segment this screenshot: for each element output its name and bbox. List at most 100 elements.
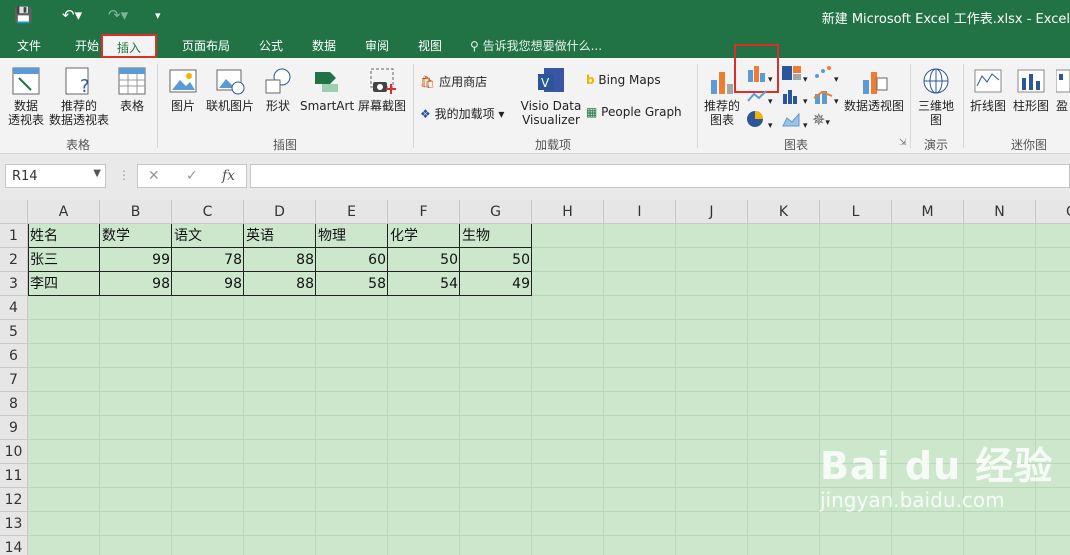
- tab-review[interactable]: 审阅: [365, 37, 389, 54]
- gridline: [28, 535, 1070, 536]
- visio-visualizer-button[interactable]: V Visio Data Visualizer: [520, 66, 582, 127]
- header-cell[interactable]: 生物: [460, 224, 532, 248]
- column-header[interactable]: G: [460, 200, 532, 224]
- row-header[interactable]: 5: [0, 320, 28, 344]
- table-cell[interactable]: 50: [460, 248, 532, 272]
- tab-insert[interactable]: 插入: [101, 34, 158, 58]
- row-header[interactable]: 3: [0, 272, 28, 296]
- line-chart-button[interactable]: ▾: [746, 88, 773, 107]
- smartart-button[interactable]: SmartArt: [300, 66, 354, 113]
- scatter-chart-button[interactable]: ▾: [812, 64, 839, 85]
- column-header[interactable]: H: [532, 200, 604, 224]
- row-header[interactable]: 14: [0, 536, 28, 555]
- row-header[interactable]: 1: [0, 224, 28, 248]
- table-cell[interactable]: 张三: [28, 248, 100, 272]
- column-header[interactable]: J: [676, 200, 748, 224]
- redo-icon[interactable]: ↷▾: [108, 6, 128, 24]
- 3d-map-button[interactable]: 三维地 图: [915, 66, 957, 127]
- row-header[interactable]: 11: [0, 464, 28, 488]
- table-cell[interactable]: 78: [172, 248, 244, 272]
- row-header[interactable]: 4: [0, 296, 28, 320]
- sparkline-column-button[interactable]: 柱形图: [1011, 66, 1051, 113]
- header-cell[interactable]: 姓名: [28, 224, 100, 248]
- radar-chart-button[interactable]: ✵▾: [812, 110, 830, 129]
- tab-view[interactable]: 视图: [418, 37, 442, 54]
- row-header[interactable]: 10: [0, 440, 28, 464]
- header-cell[interactable]: 语文: [172, 224, 244, 248]
- shapes-button[interactable]: 形状: [262, 66, 294, 113]
- online-pictures-button[interactable]: 联机图片: [204, 66, 256, 113]
- column-header[interactable]: B: [100, 200, 172, 224]
- row-header[interactable]: 13: [0, 512, 28, 536]
- column-header[interactable]: O: [1036, 200, 1070, 224]
- pie-chart-button[interactable]: ▾: [746, 110, 773, 131]
- row-header[interactable]: 2: [0, 248, 28, 272]
- column-header[interactable]: I: [604, 200, 676, 224]
- stat-chart-button[interactable]: ▾: [781, 88, 808, 107]
- sparkline-line-button[interactable]: 折线图: [968, 66, 1008, 113]
- tell-me-box[interactable]: ⚲ 告诉我您想要做什么...: [470, 37, 602, 54]
- enter-icon[interactable]: ✓: [186, 168, 198, 184]
- screenshot-button[interactable]: 屏幕截图: [357, 66, 407, 113]
- tab-file[interactable]: 文件: [17, 37, 41, 54]
- column-header[interactable]: C: [172, 200, 244, 224]
- tab-home[interactable]: 开始: [75, 37, 99, 54]
- column-header[interactable]: F: [388, 200, 460, 224]
- row-header[interactable]: 12: [0, 488, 28, 512]
- tab-page-layout[interactable]: 页面布局: [182, 37, 230, 54]
- table-cell[interactable]: 98: [172, 272, 244, 296]
- header-cell[interactable]: 物理: [316, 224, 388, 248]
- column-header[interactable]: N: [964, 200, 1036, 224]
- table-cell[interactable]: 54: [388, 272, 460, 296]
- cancel-icon[interactable]: ✕: [148, 168, 160, 184]
- select-all-corner[interactable]: [0, 200, 28, 224]
- pivot-table-button[interactable]: 数据 透视表: [6, 66, 46, 127]
- header-cell[interactable]: 化学: [388, 224, 460, 248]
- group-separator: [910, 64, 911, 148]
- row-header[interactable]: 7: [0, 368, 28, 392]
- table-cell[interactable]: 李四: [28, 272, 100, 296]
- my-addins-button[interactable]: ❖ 我的加载项 ▾: [420, 105, 504, 122]
- sparkline-winloss-button[interactable]: 盈: [1056, 66, 1070, 113]
- table-cell[interactable]: 50: [388, 248, 460, 272]
- insert-function-icon[interactable]: fx: [222, 168, 235, 184]
- row-header[interactable]: 8: [0, 392, 28, 416]
- undo-icon[interactable]: ↶▾: [62, 6, 82, 24]
- table-cell[interactable]: 88: [244, 248, 316, 272]
- customize-qat-icon[interactable]: ▾: [155, 9, 161, 22]
- table-cell[interactable]: 49: [460, 272, 532, 296]
- people-graph-icon: ▦: [586, 105, 598, 119]
- chevron-down-icon[interactable]: ▼: [93, 168, 101, 179]
- hierarchy-chart-button[interactable]: ▾: [781, 64, 808, 85]
- save-icon[interactable]: 💾: [14, 6, 33, 24]
- pivot-chart-button[interactable]: 数据透视图: [843, 66, 905, 113]
- charts-dialog-launcher-icon[interactable]: ⇲: [899, 138, 907, 148]
- area-chart-button[interactable]: ▾: [781, 110, 808, 131]
- bing-maps-button[interactable]: b Bing Maps: [586, 73, 661, 87]
- table-cell[interactable]: 58: [316, 272, 388, 296]
- table-cell[interactable]: 98: [100, 272, 172, 296]
- column-header[interactable]: E: [316, 200, 388, 224]
- recommended-pivot-button[interactable]: ? 推荐的 数据透视表: [48, 66, 110, 127]
- table-cell[interactable]: 60: [316, 248, 388, 272]
- column-header[interactable]: K: [748, 200, 820, 224]
- name-box[interactable]: R14 ▼: [5, 164, 106, 188]
- column-header[interactable]: L: [820, 200, 892, 224]
- column-header[interactable]: A: [28, 200, 100, 224]
- table-button[interactable]: 表格: [116, 66, 148, 113]
- table-cell[interactable]: 88: [244, 272, 316, 296]
- header-cell[interactable]: 数学: [100, 224, 172, 248]
- combo-chart-button[interactable]: ▾: [812, 88, 839, 107]
- table-cell[interactable]: 99: [100, 248, 172, 272]
- store-button[interactable]: 🛍 应用商店: [420, 73, 487, 90]
- column-header[interactable]: M: [892, 200, 964, 224]
- people-graph-button[interactable]: ▦ People Graph: [586, 105, 682, 119]
- tab-formulas[interactable]: 公式: [259, 37, 283, 54]
- header-cell[interactable]: 英语: [244, 224, 316, 248]
- formula-input[interactable]: [250, 164, 1070, 188]
- pictures-button[interactable]: 图片: [167, 66, 199, 113]
- tab-data[interactable]: 数据: [312, 37, 336, 54]
- row-header[interactable]: 6: [0, 344, 28, 368]
- column-header[interactable]: D: [244, 200, 316, 224]
- row-header[interactable]: 9: [0, 416, 28, 440]
